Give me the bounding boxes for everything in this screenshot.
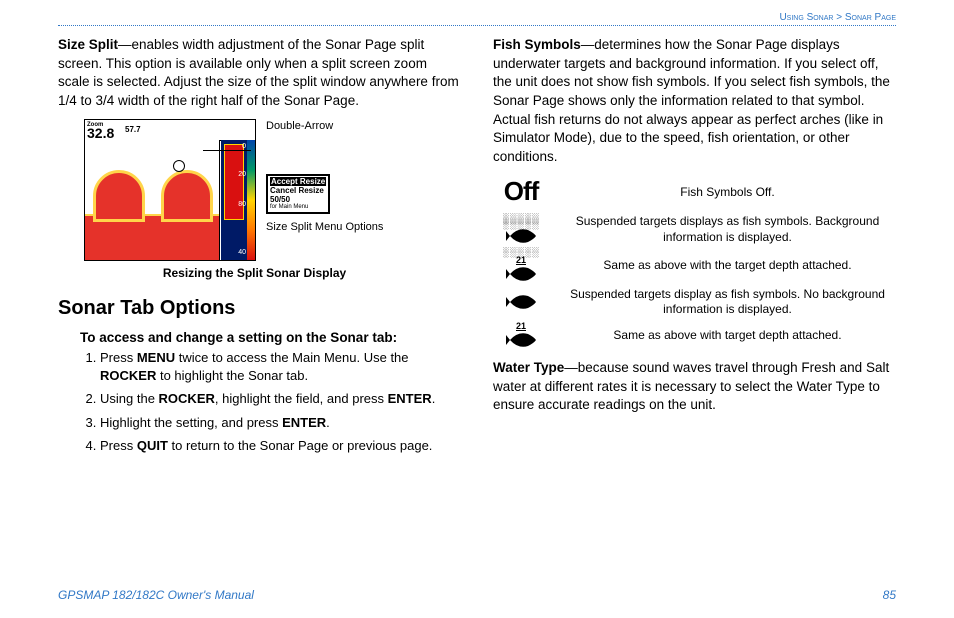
sonar-screenshot: Zoom 32.8 57.7 0 20 80 40 xyxy=(84,119,256,261)
fish-icon xyxy=(506,265,536,283)
sub-number: 57.7 xyxy=(125,124,141,135)
figure-row: Zoom 32.8 57.7 0 20 80 40 xyxy=(84,119,461,261)
symbol-row-off: Off Fish Symbols Off. xyxy=(493,174,896,210)
section-title: Sonar Tab Options xyxy=(58,295,461,323)
step-4: Press QUIT to return to the Sonar Page o… xyxy=(100,437,461,455)
steps-list: Press MENU twice to access the Main Menu… xyxy=(80,349,461,455)
water-type-para: Water Type—because sound waves travel th… xyxy=(493,359,896,415)
step-1: Press MENU twice to access the Main Menu… xyxy=(100,349,461,384)
symbol-desc-5: Same as above with target depth attached… xyxy=(559,326,896,346)
off-icon: Off xyxy=(504,174,539,210)
step-2: Using the ROCKER, highlight the field, a… xyxy=(100,390,461,408)
menu-line2: Cancel Resize xyxy=(270,186,326,195)
dots-icon: ░░░░░░░░░░ xyxy=(503,215,540,228)
footer-title: GPSMAP 182/182C Owner's Manual xyxy=(58,588,254,602)
symbol-desc-2: Suspended targets displays as fish symbo… xyxy=(559,212,896,247)
size-split-term: Size Split xyxy=(58,37,118,52)
step-3: Highlight the setting, and press ENTER. xyxy=(100,414,461,432)
symbol-row-nobg-depth: 21 Same as above with target depth attac… xyxy=(493,322,896,349)
left-column: Size Split—enables width adjustment of t… xyxy=(58,36,461,461)
menu-label: Size Split Menu Options xyxy=(266,220,383,235)
figure-caption: Resizing the Split Sonar Display xyxy=(48,265,461,282)
symbol-row-bg: ░░░░░░░░░░ Suspended targets displays as… xyxy=(493,212,896,247)
breadcrumb-after: Sonar Page xyxy=(845,12,896,23)
fish-icon xyxy=(506,227,536,245)
size-split-menu-box: Accept Resize Cancel Resize 50/50 for Ma… xyxy=(266,174,330,214)
steps-subhead: To access and change a setting on the So… xyxy=(80,329,461,348)
fish-icon xyxy=(506,293,536,311)
depth-label: 21 xyxy=(516,256,526,265)
fish-symbols-text: —determines how the Sonar Page displays … xyxy=(493,37,890,164)
depth-label: 21 xyxy=(516,322,526,331)
header-rule xyxy=(58,25,896,26)
figure-labels: Double-Arrow Accept Resize Cancel Resize… xyxy=(266,119,383,236)
menu-line3: 50/50 xyxy=(270,195,326,204)
menu-line1: Accept Resize xyxy=(270,177,326,186)
symbol-desc-3: Same as above with the target depth atta… xyxy=(559,256,896,276)
double-arrow-label: Double-Arrow xyxy=(266,119,383,134)
footer-page: 85 xyxy=(883,588,896,602)
symbol-row-bg-depth: ░░░░░ 21 Same as above with the target d… xyxy=(493,249,896,282)
symbol-desc-4: Suspended targets display as fish symbol… xyxy=(559,285,896,320)
symbol-desc-1: Fish Symbols Off. xyxy=(559,183,896,203)
menu-line4: for Main Menu xyxy=(270,204,326,211)
page-footer: GPSMAP 182/182C Owner's Manual 85 xyxy=(58,588,896,602)
symbol-row-nobg: Suspended targets display as fish symbol… xyxy=(493,285,896,320)
water-type-term: Water Type xyxy=(493,360,564,375)
breadcrumb-sep: > xyxy=(833,12,844,23)
right-column: Fish Symbols—determines how the Sonar Pa… xyxy=(493,36,896,461)
size-split-text: —enables width adjustment of the Sonar P… xyxy=(58,37,459,108)
fish-symbols-term: Fish Symbols xyxy=(493,37,581,52)
fish-symbols-para: Fish Symbols—determines how the Sonar Pa… xyxy=(493,36,896,166)
size-split-para: Size Split—enables width adjustment of t… xyxy=(58,36,461,111)
fish-icon xyxy=(506,331,536,349)
breadcrumb: Using Sonar > Sonar Page xyxy=(58,12,896,23)
breadcrumb-before: Using Sonar xyxy=(779,12,833,23)
fish-symbol-table: Off Fish Symbols Off. ░░░░░░░░░░ Suspend… xyxy=(493,174,896,349)
